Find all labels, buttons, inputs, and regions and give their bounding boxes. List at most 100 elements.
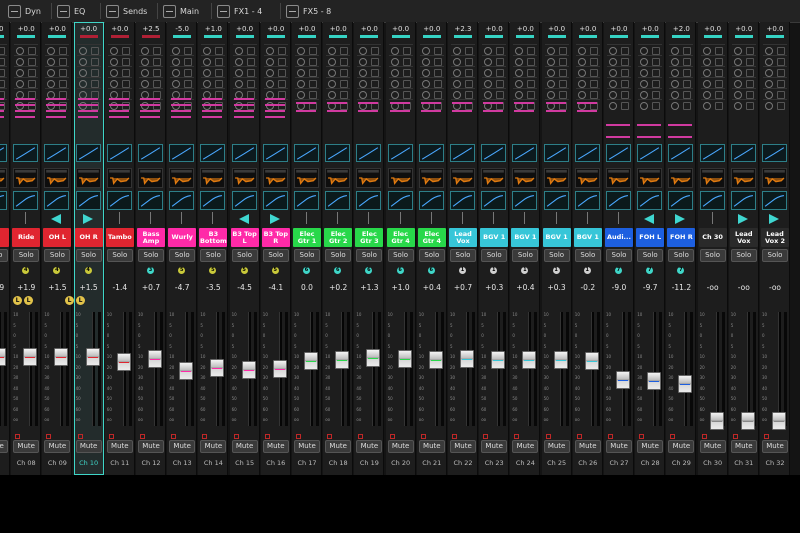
channel-strip[interactable]: +0.0 Ride Solo 4 +1.9 10 5 0 5 10 20 30 40 50 60 oo Mute… [11, 22, 42, 475]
mute-button[interactable]: Mute [138, 440, 164, 453]
send-row[interactable] [451, 44, 475, 55]
trim-value[interactable]: -5.0 [167, 25, 196, 33]
channel-name[interactable]: Elec Gtr 4 [386, 228, 415, 247]
fader-cap[interactable] [772, 411, 786, 430]
dynamics-thumbnail[interactable] [169, 168, 195, 188]
channel-strip[interactable]: +0.0 BGV 1 Solo 1 -0.2 10 5 0 5 10 20 30 40 50 60 oo Mut… [572, 22, 603, 475]
dynamics-thumbnail[interactable] [387, 168, 413, 188]
send-row[interactable] [14, 77, 39, 88]
channel-strip[interactable]: +0.0 FOH L Solo 7 -9.7 10 5 0 5 10 20 30 40 50 60 oo Mut… [635, 22, 666, 475]
tab-main[interactable]: Main [163, 0, 199, 22]
mute-button[interactable]: Mute [762, 440, 788, 453]
send-row[interactable] [357, 99, 382, 110]
solo-button[interactable]: Solo [418, 249, 445, 262]
solo-button[interactable]: Solo [574, 249, 601, 262]
channel-name[interactable]: Elec Gtr 2 [324, 228, 353, 247]
eq-curve-thumbnail[interactable] [13, 144, 39, 162]
channel-name[interactable]: BGV 1 [511, 228, 540, 247]
send-row[interactable] [107, 55, 132, 66]
gate-curve-thumbnail[interactable] [138, 191, 163, 210]
gate-curve-thumbnail[interactable] [294, 191, 319, 210]
send-row[interactable] [419, 66, 444, 77]
send-row[interactable] [295, 66, 319, 77]
fader-cap[interactable] [54, 348, 69, 367]
send-row[interactable] [731, 44, 756, 55]
send-row[interactable] [700, 99, 725, 110]
mute-button[interactable]: Mute [0, 440, 8, 453]
pan-center-indicator[interactable] [524, 212, 526, 224]
eq-curve-thumbnail[interactable] [0, 144, 7, 162]
eq-curve-thumbnail[interactable] [762, 144, 787, 162]
mute-button[interactable]: Mute [294, 440, 320, 453]
solo-button[interactable]: Solo [356, 249, 383, 262]
fader-cap[interactable] [428, 351, 443, 370]
send-row[interactable] [263, 88, 288, 99]
pan-right-indicator[interactable] [82, 214, 93, 224]
channel-strip[interactable]: +0.0 Elec Gtr 2 Solo 6 +0.2 10 5 0 5 10 20 30 40 50 60… [323, 22, 354, 475]
trim-value[interactable]: +0.0 [11, 25, 40, 33]
fader-cap[interactable] [678, 374, 693, 393]
dynamics-thumbnail[interactable] [356, 168, 382, 188]
gate-curve-thumbnail[interactable] [543, 191, 569, 210]
send-row[interactable] [388, 66, 413, 77]
dynamics-thumbnail[interactable] [138, 168, 163, 188]
channel-name[interactable]: OH R [74, 228, 103, 247]
channel-name[interactable]: BGV 1 [542, 228, 571, 247]
eq-curve-thumbnail[interactable] [325, 144, 351, 162]
mute-button[interactable]: Mute [606, 440, 632, 453]
tab-dyn[interactable]: Dyn [8, 0, 41, 22]
send-row[interactable] [326, 55, 351, 66]
fader-cap[interactable] [647, 372, 662, 391]
send-row[interactable] [139, 77, 163, 88]
send-row[interactable] [107, 77, 132, 88]
send-row[interactable] [638, 88, 663, 99]
channel-strip[interactable]: +0.0 Elec Gtr 4 Solo 6 +0.4 10 5 0 5 10 20 30 40 50 60… [416, 22, 447, 475]
pan-center-indicator[interactable] [306, 212, 307, 224]
send-row[interactable] [700, 55, 725, 66]
mute-button[interactable]: Mute [450, 440, 476, 453]
send-row[interactable] [544, 66, 569, 77]
solo-button[interactable]: Solo [512, 249, 539, 262]
mute-button[interactable]: Mute [418, 440, 445, 453]
send-row[interactable] [45, 77, 70, 88]
send-row[interactable] [76, 44, 101, 55]
send-row[interactable] [700, 44, 725, 55]
send-row[interactable] [451, 88, 475, 99]
send-row[interactable] [295, 44, 319, 55]
send-row[interactable] [263, 77, 288, 88]
eq-curve-thumbnail[interactable] [730, 144, 756, 162]
trim-value[interactable]: +0.0 [573, 25, 602, 33]
send-row[interactable] [232, 66, 257, 77]
pan-center-indicator[interactable] [399, 212, 401, 224]
send-row[interactable] [607, 66, 631, 77]
eq-curve-thumbnail[interactable] [387, 144, 413, 162]
send-row[interactable] [201, 77, 226, 88]
send-row[interactable] [513, 77, 538, 88]
send-row[interactable] [0, 77, 7, 88]
channel-name[interactable]: Bass Amp [137, 228, 165, 247]
send-row[interactable] [607, 99, 631, 110]
channel-strip[interactable]: +2.5 Bass Amp Solo 3 +0.7 10 5 0 5 10 20 30 40 50 60 oo… [136, 22, 166, 475]
send-row[interactable] [388, 77, 413, 88]
pan-center-indicator[interactable] [368, 212, 370, 224]
send-row[interactable] [763, 77, 787, 88]
solo-button[interactable]: Solo [450, 249, 476, 262]
send-row[interactable] [45, 55, 70, 66]
fader-cap[interactable] [553, 351, 568, 370]
eq-curve-thumbnail[interactable] [418, 144, 444, 162]
send-row[interactable] [731, 88, 756, 99]
send-row[interactable] [201, 44, 226, 55]
send-row[interactable] [451, 66, 475, 77]
fader-cap[interactable] [179, 361, 194, 380]
send-row[interactable] [295, 88, 319, 99]
send-row[interactable] [388, 44, 413, 55]
eq-curve-thumbnail[interactable] [356, 144, 382, 162]
dynamics-thumbnail[interactable] [418, 168, 444, 188]
send-row[interactable] [107, 44, 132, 55]
mute-button[interactable]: Mute [637, 440, 664, 453]
mute-button[interactable]: Mute [543, 440, 570, 453]
mute-button[interactable]: Mute [699, 440, 726, 453]
send-row[interactable] [263, 66, 288, 77]
send-row[interactable] [232, 77, 257, 88]
dynamics-thumbnail[interactable] [762, 168, 787, 188]
